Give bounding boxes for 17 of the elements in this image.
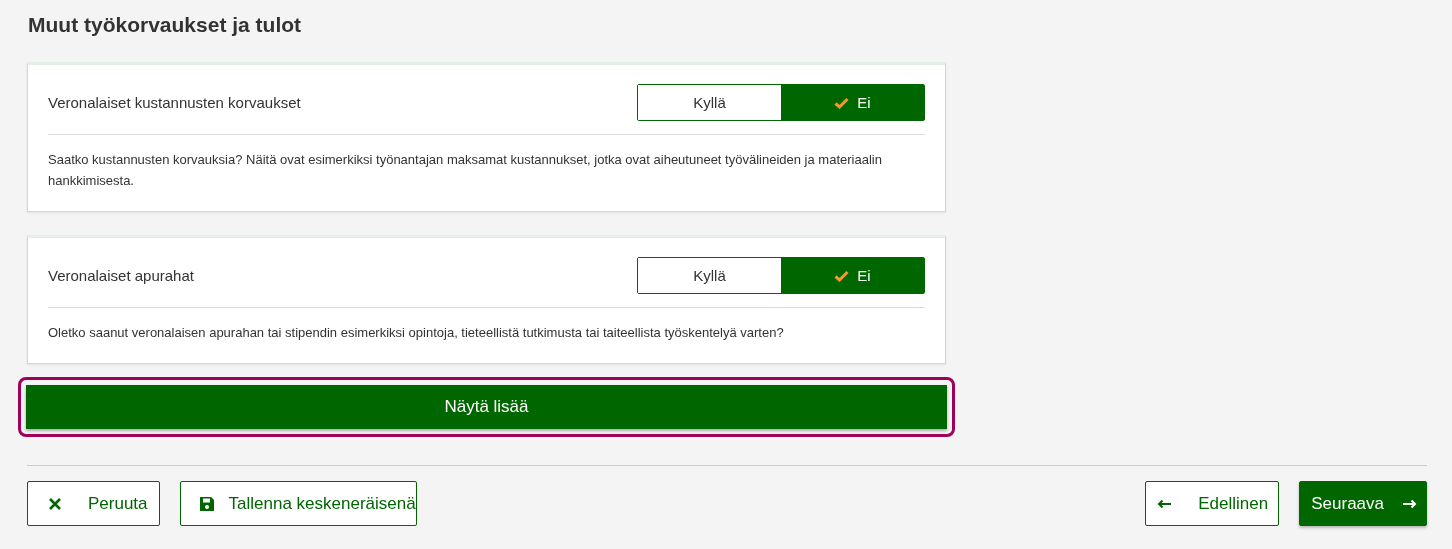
- check-icon: [834, 269, 850, 282]
- cancel-button[interactable]: Peruuta: [27, 481, 160, 526]
- check-icon: [834, 96, 850, 109]
- question-description: Oletko saanut veronalaisen apurahan tai stipendin esimerkiksi opintoja, tieteellistä tutkimusta tai taiteellista työskentelyä varten?: [48, 324, 785, 342]
- section-heading: Muut työkorvaukset ja tulot: [28, 12, 303, 38]
- arrow-right-icon: [1402, 498, 1417, 509]
- next-button[interactable]: Seuraava: [1299, 481, 1427, 526]
- arrow-left-icon: [1157, 498, 1173, 509]
- show-more-button[interactable]: Näytä lisää: [26, 385, 947, 429]
- question-label: Veronalaiset kustannusten korvaukset: [48, 94, 301, 111]
- close-icon: [48, 496, 62, 511]
- toggle-option[interactable]: Ei: [781, 258, 924, 293]
- question-description: Saatko kustannusten korvauksia? Näitä ovat esimerkiksi työnantajan maksamat kustannukset, jotka ovat aiheutuneet työvälineiden ja materiaalin hankkimisesta.: [48, 151, 883, 190]
- toggle-option[interactable]: Ei: [781, 85, 924, 120]
- save-draft-button[interactable]: Tallenna keskeneräisenä: [179, 481, 417, 526]
- previous-button[interactable]: Edellinen: [1145, 481, 1280, 526]
- question-label: Veronalaiset apurahat: [48, 267, 194, 284]
